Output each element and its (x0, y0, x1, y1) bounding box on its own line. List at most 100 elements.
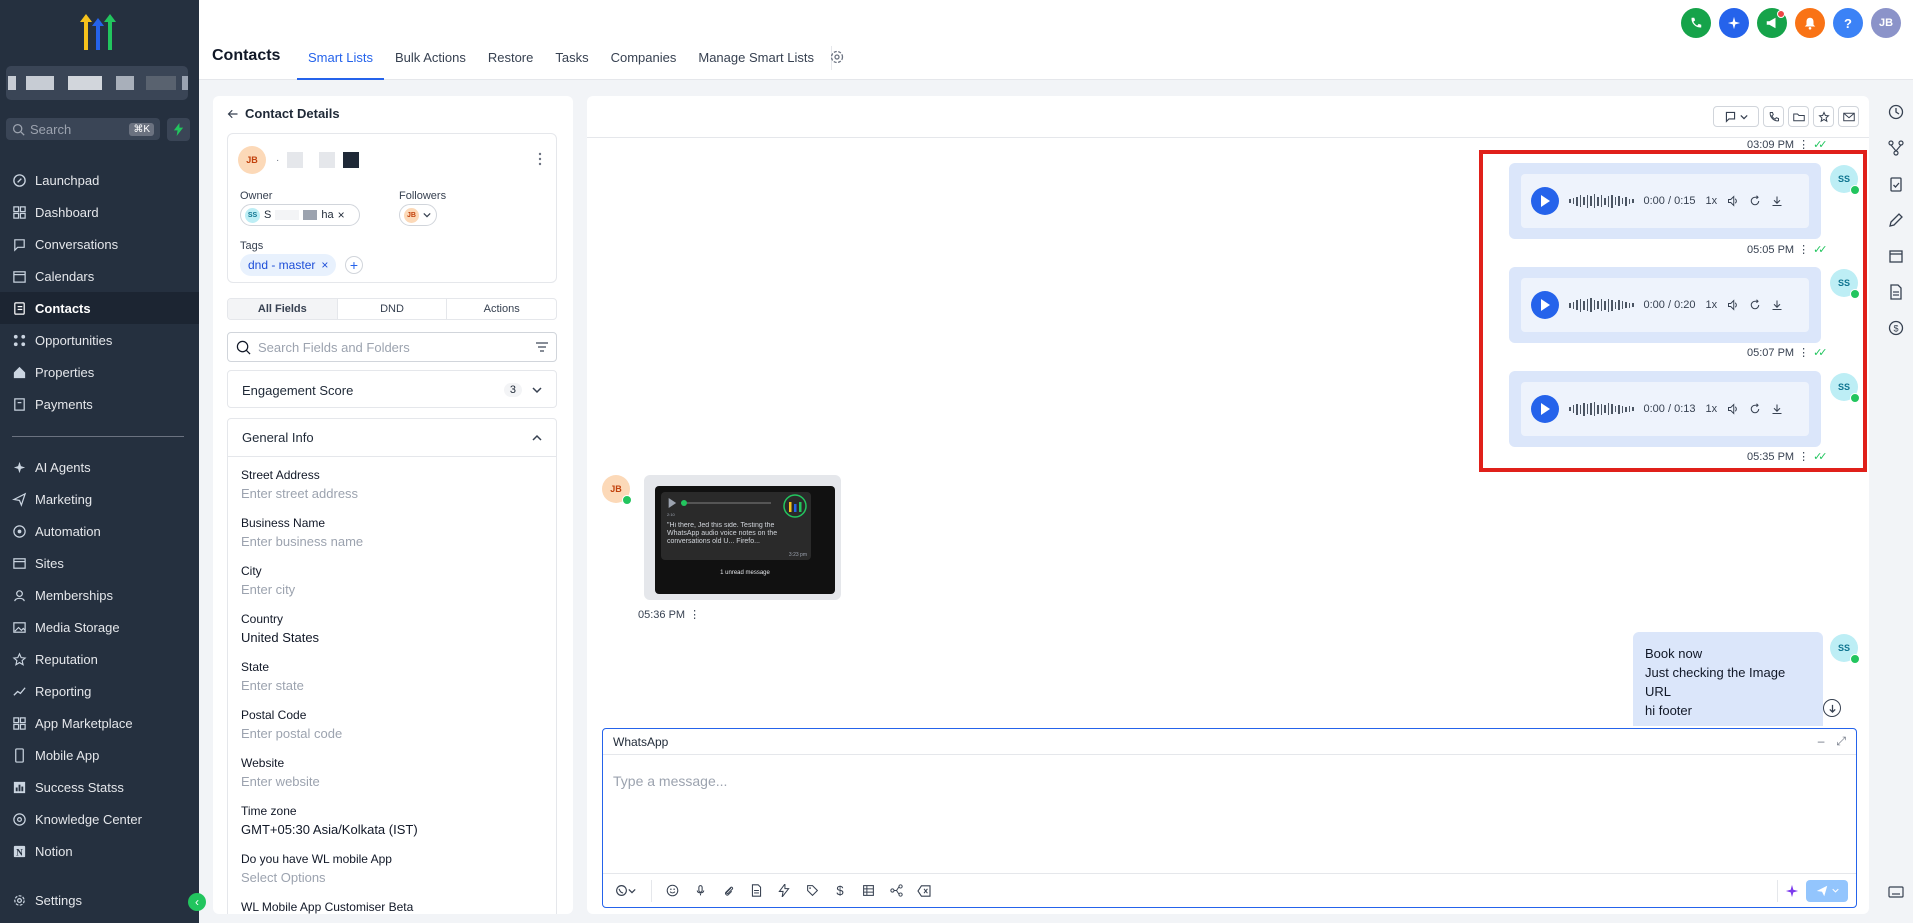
email-button[interactable] (1838, 106, 1859, 127)
field-street-address[interactable]: Street Address Enter street address (241, 468, 541, 501)
channel-select-button[interactable] (611, 883, 639, 899)
workflow-rail-button[interactable] (1886, 138, 1906, 158)
document-icon (751, 884, 761, 897)
tab-restore[interactable]: Restore (477, 46, 545, 80)
sidebar-item-payments[interactable]: Payments (0, 388, 199, 420)
app-logo-icon[interactable] (74, 12, 122, 52)
segment-all-fields[interactable]: All Fields (228, 299, 338, 319)
attach-button[interactable] (720, 883, 736, 899)
template-button[interactable] (748, 883, 764, 899)
payment-button[interactable]: $ (832, 883, 848, 899)
sidebar-item-marketing[interactable]: Marketing (0, 483, 199, 515)
sidebar-item-conversations[interactable]: Conversations (0, 228, 199, 260)
account-switcher[interactable] (6, 66, 188, 100)
sidebar-item-notion[interactable]: N Notion (0, 835, 199, 867)
sidebar-item-calendars[interactable]: Calendars (0, 260, 199, 292)
field-label: Postal Code (241, 708, 307, 722)
sidebar-item-properties[interactable]: Properties (0, 356, 199, 388)
owner-chip[interactable]: SS S ha × (240, 204, 360, 226)
sidebar-item-dashboard[interactable]: Dashboard (0, 196, 199, 228)
more-vertical-icon[interactable] (538, 152, 542, 166)
folder-button[interactable] (1788, 106, 1809, 127)
sidebar-item-memberships[interactable]: Memberships (0, 579, 199, 611)
sidebar-item-settings[interactable]: Settings (0, 884, 199, 916)
user-avatar[interactable]: JB (1871, 8, 1901, 38)
remove-owner-icon[interactable]: × (338, 208, 345, 222)
notes-button[interactable] (1886, 210, 1906, 230)
contact-details-header[interactable]: Contact Details (227, 106, 340, 121)
scroll-to-bottom-button[interactable] (1823, 699, 1841, 717)
engagement-score-section[interactable]: Engagement Score 3 (227, 370, 557, 408)
call-log-button[interactable] (1763, 106, 1784, 127)
remove-tag-icon[interactable]: × (321, 258, 328, 272)
image-attachment[interactable]: 2:10 "Hi there, Jed this side. Testing t… (655, 486, 835, 594)
conversation-actions (1713, 106, 1859, 127)
collapse-sidebar-button[interactable]: ‹ (188, 893, 206, 911)
expand-icon[interactable]: ⤢ (1836, 734, 1846, 749)
sidebar-item-contacts[interactable]: Contacts (0, 292, 199, 324)
help-button[interactable]: ? (1833, 8, 1863, 38)
quick-actions-button[interactable] (167, 118, 190, 141)
segment-actions[interactable]: Actions (447, 299, 556, 319)
announcements-button[interactable] (1757, 8, 1787, 38)
field-time-zone[interactable]: Time zone GMT+05:30 Asia/Kolkata (IST) (241, 804, 541, 837)
sidebar-item-sites[interactable]: Sites (0, 547, 199, 579)
payments-rail-button[interactable]: $ (1886, 318, 1906, 338)
tag-chip[interactable]: dnd - master × (240, 254, 337, 276)
field-business-name[interactable]: Business Name Enter business name (241, 516, 541, 549)
sidebar-item-automation[interactable]: Automation (0, 515, 199, 547)
phone-button[interactable] (1681, 8, 1711, 38)
field-wl-customiser-beta[interactable]: WL Mobile App Customiser Beta (241, 900, 541, 914)
sidebar-item-launchpad[interactable]: Launchpad (0, 164, 199, 196)
send-button[interactable] (1806, 879, 1848, 902)
sidebar-item-reporting[interactable]: Reporting (0, 675, 199, 707)
tab-bulk-actions[interactable]: Bulk Actions (384, 46, 477, 80)
emoji-button[interactable] (664, 883, 680, 899)
sidebar-item-opportunities[interactable]: Opportunities (0, 324, 199, 356)
message-input[interactable]: Type a message... (613, 773, 727, 789)
filter-icon[interactable] (536, 342, 548, 352)
tab-smart-lists[interactable]: Smart Lists (297, 46, 385, 80)
sidebar-search[interactable]: Search ⌘K (6, 118, 160, 140)
activity-button[interactable] (1886, 102, 1906, 122)
table-button[interactable] (860, 883, 876, 899)
sidebar-item-app-marketplace[interactable]: App Marketplace (0, 707, 199, 739)
add-tag-button[interactable]: + (345, 256, 363, 274)
channel-filter-dropdown[interactable] (1713, 106, 1759, 127)
tag-button[interactable] (804, 883, 820, 899)
field-country[interactable]: Country United States (241, 612, 541, 645)
fields-search-input[interactable]: Search Fields and Folders (227, 332, 557, 362)
sidebar-item-knowledge-center[interactable]: Knowledge Center (0, 803, 199, 835)
settings-gear-icon[interactable] (829, 49, 845, 65)
general-info-header[interactable]: General Info (228, 419, 556, 457)
sidebar-item-mobile-app[interactable]: Mobile App (0, 739, 199, 771)
tab-tasks[interactable]: Tasks (544, 46, 599, 80)
tasks-button[interactable] (1886, 174, 1906, 194)
trigger-button[interactable] (776, 883, 792, 899)
more-dots-icon[interactable]: ⋮ (689, 608, 700, 621)
field-postal-code[interactable]: Postal Code Enter postal code (241, 708, 541, 741)
ai-magic-button[interactable] (1719, 8, 1749, 38)
voice-note-button[interactable] (692, 883, 708, 899)
field-city[interactable]: City Enter city (241, 564, 541, 597)
star-button[interactable] (1813, 106, 1834, 127)
workflow-button[interactable] (888, 883, 904, 899)
segment-dnd[interactable]: DND (338, 299, 448, 319)
field-wl-mobile-app[interactable]: Do you have WL mobile App Select Options (241, 852, 541, 885)
sidebar-item-success-statss[interactable]: Success Statss (0, 771, 199, 803)
sidebar-item-reputation[interactable]: Reputation (0, 643, 199, 675)
sidebar-item-ai-agents[interactable]: AI Agents (0, 451, 199, 483)
clear-button[interactable] (916, 883, 932, 899)
keyboard-shortcuts-button[interactable] (1886, 882, 1906, 902)
field-website[interactable]: Website Enter website (241, 756, 541, 789)
tab-companies[interactable]: Companies (600, 46, 688, 80)
documents-button[interactable] (1886, 282, 1906, 302)
appointments-button[interactable] (1886, 246, 1906, 266)
notifications-button[interactable] (1795, 8, 1825, 38)
field-state[interactable]: State Enter state (241, 660, 541, 693)
followers-select[interactable]: JB (399, 204, 437, 226)
ai-assist-button[interactable] (1784, 883, 1800, 899)
minimize-icon[interactable]: – (1818, 734, 1825, 749)
tab-manage-smart-lists[interactable]: Manage Smart Lists (687, 46, 825, 80)
sidebar-item-media-storage[interactable]: Media Storage (0, 611, 199, 643)
